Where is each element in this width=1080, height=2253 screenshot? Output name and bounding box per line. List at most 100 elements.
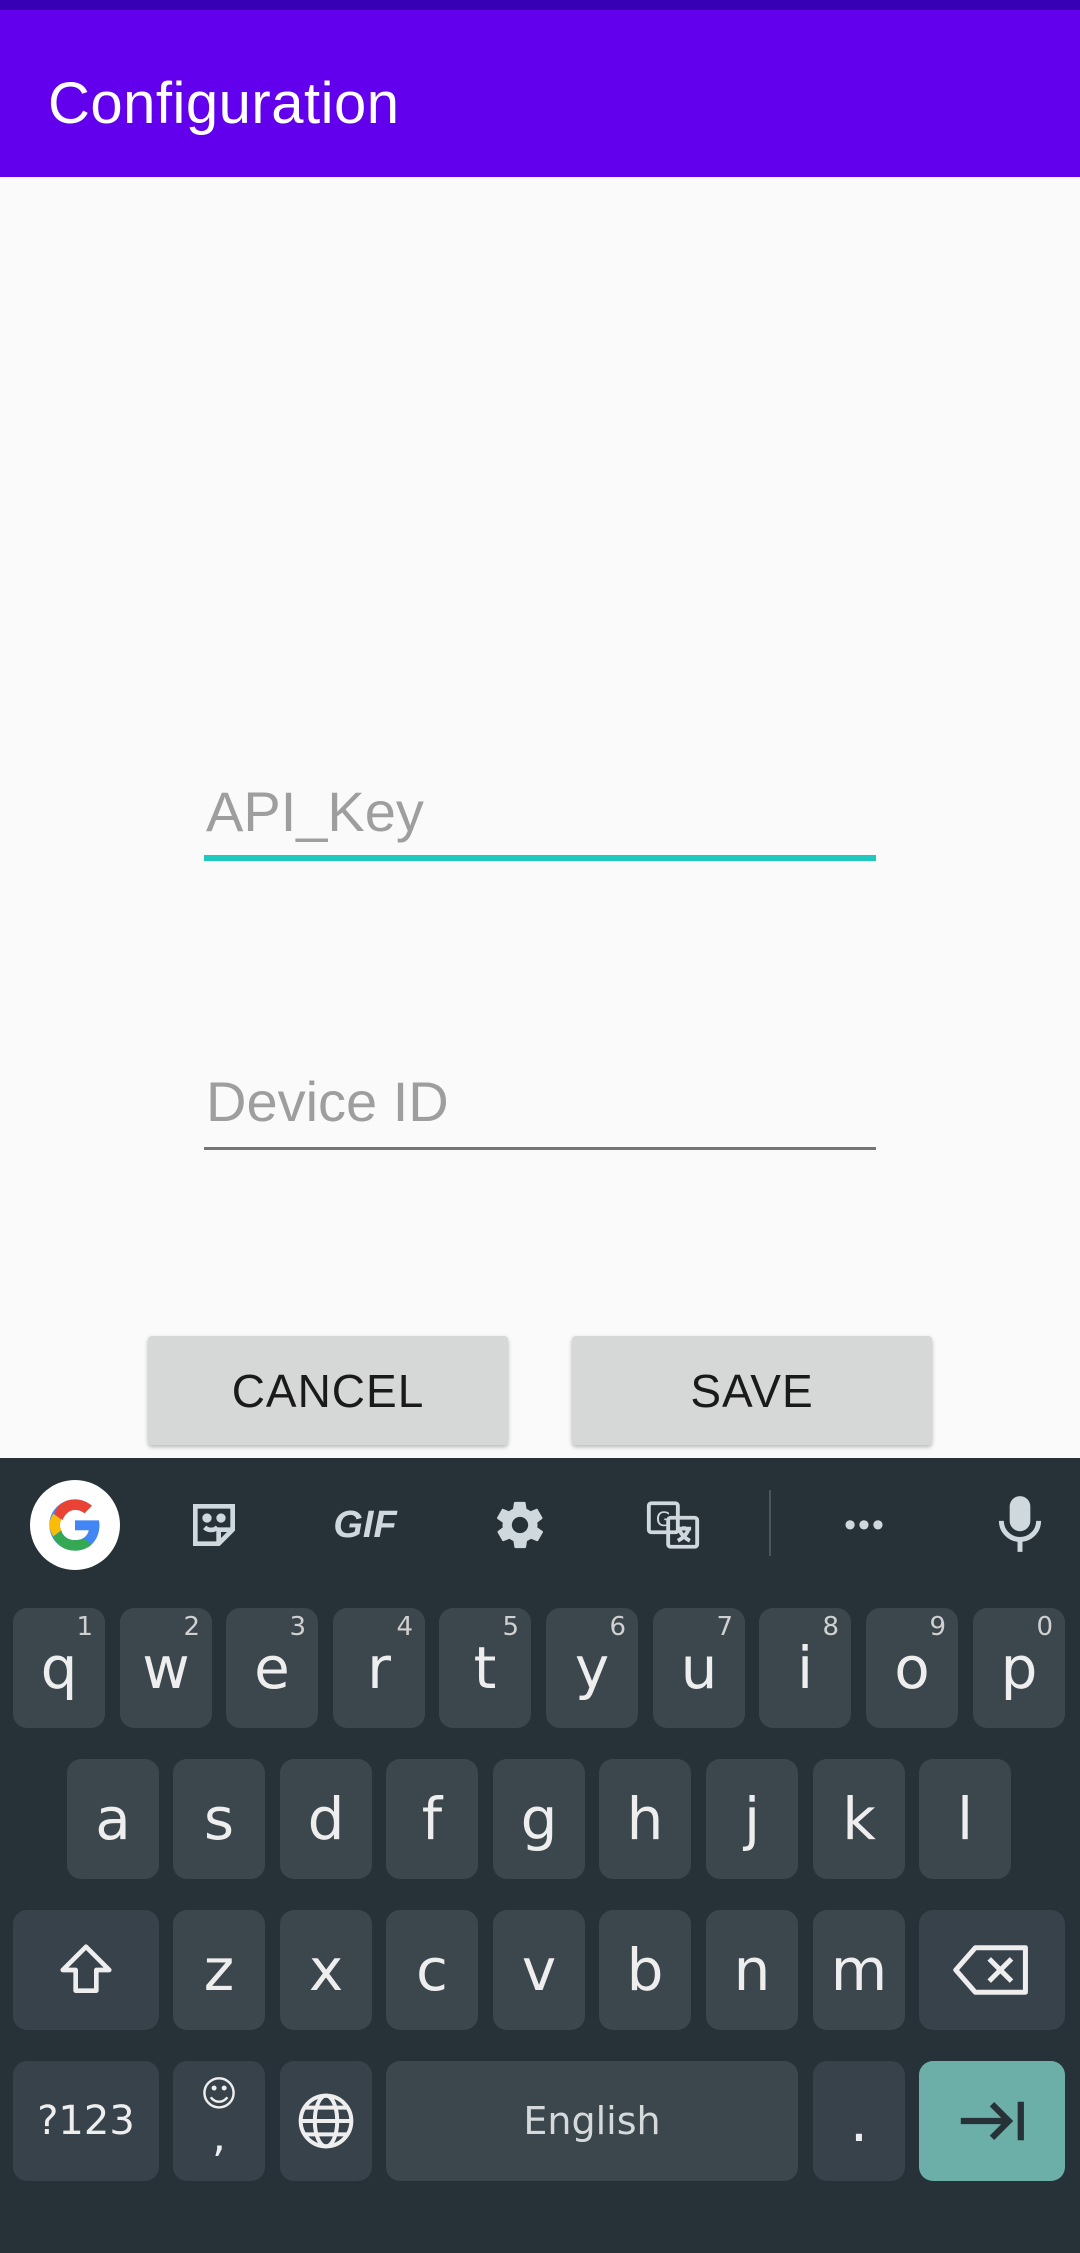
emoji-icon: ☺ [200,2074,238,2115]
key-label: i [796,1634,814,1702]
sticker-icon[interactable] [169,1480,259,1570]
key-label: o [894,1634,930,1702]
more-label: ••• [844,1505,886,1544]
period-label: . [849,2087,869,2155]
key-label: w [142,1634,190,1702]
key-t[interactable]: t5 [439,1608,531,1728]
key-f[interactable]: f [386,1759,478,1879]
key-label: g [520,1785,558,1853]
key-p[interactable]: p0 [973,1608,1065,1728]
key-hint: 3 [289,1612,306,1642]
key-hint: 7 [716,1612,733,1642]
gif-label: GIF [333,1503,397,1546]
key-label: z [203,1936,235,2004]
svg-text:G: G [656,1508,671,1531]
key-hint: 0 [1036,1612,1053,1642]
device-id-underline [204,1147,876,1150]
key-label: b [626,1936,664,2004]
key-hint: 9 [929,1612,946,1642]
key-s[interactable]: s [173,1759,265,1879]
api-key-placeholder: API_Key [206,780,424,843]
key-label: h [626,1785,664,1853]
key-label: x [308,1936,344,2004]
period-key[interactable]: . [813,2061,905,2181]
globe-icon [298,2093,354,2149]
api-key-field[interactable]: API_Key [204,767,876,867]
key-c[interactable]: c [386,1910,478,2030]
key-r[interactable]: r4 [333,1608,425,1728]
space-key[interactable]: English [386,2061,798,2181]
api-key-underline [204,855,876,861]
key-d[interactable]: d [280,1759,372,1879]
key-v[interactable]: v [493,1910,585,2030]
key-label: m [830,1936,888,2004]
backspace-icon [953,1945,1028,1995]
key-h[interactable]: h [599,1759,691,1879]
key-x[interactable]: x [280,1910,372,2030]
key-label: e [254,1634,290,1702]
next-key[interactable] [919,2061,1065,2181]
key-hint: 5 [502,1612,519,1642]
keyboard-toolbar: GIF G ••• [0,1458,1080,1588]
key-hint: 8 [822,1612,839,1642]
save-button[interactable]: SAVE [572,1336,932,1445]
google-icon[interactable] [30,1480,120,1570]
key-z[interactable]: z [173,1910,265,2030]
key-e[interactable]: e3 [226,1608,318,1728]
settings-icon[interactable] [475,1480,565,1570]
key-label: c [416,1936,448,2004]
key-label: n [733,1936,771,2004]
key-k[interactable]: k [813,1759,905,1879]
shift-key[interactable] [13,1910,159,2030]
key-m[interactable]: m [813,1910,905,2030]
key-label: v [521,1936,557,2004]
symbols-key[interactable]: ?123 [13,2061,159,2181]
key-y[interactable]: y6 [546,1608,638,1728]
key-hint: 4 [396,1612,413,1642]
key-w[interactable]: w2 [120,1608,212,1728]
key-label: s [203,1785,235,1853]
device-id-placeholder: Device ID [206,1070,449,1133]
key-label: q [40,1634,78,1702]
key-label: a [95,1785,131,1853]
key-u[interactable]: u7 [653,1608,745,1728]
key-g[interactable]: g [493,1759,585,1879]
shift-icon [60,1944,112,1993]
device-id-field[interactable]: Device ID [204,1057,876,1157]
translate-icon[interactable]: G [628,1480,718,1570]
key-label: j [743,1785,761,1853]
key-label: k [842,1785,876,1853]
more-icon[interactable]: ••• [820,1480,910,1570]
key-b[interactable]: b [599,1910,691,2030]
status-bar [0,0,1080,10]
mic-icon[interactable] [975,1480,1065,1570]
soft-keyboard: GIF G ••• q1 w2 e3 r4 t 5 y 6 u 7 i 8 o … [0,1458,1080,2253]
symbols-label: ?123 [37,2098,135,2144]
key-label: y [574,1634,610,1702]
app-bar: Configuration [0,10,1080,177]
key-hint: 6 [609,1612,626,1642]
key-o[interactable]: o9 [866,1608,958,1728]
tab-next-icon [960,2101,1024,2141]
gif-icon[interactable]: GIF [320,1480,410,1570]
key-label: r [367,1634,391,1702]
key-q[interactable]: q1 [13,1608,105,1728]
key-label: f [421,1785,443,1853]
key-i[interactable]: i8 [759,1608,851,1728]
key-label: u [680,1634,718,1702]
key-hint: 2 [183,1612,200,1642]
key-l[interactable]: l [919,1759,1011,1879]
emoji-comma-key[interactable]: ☺ , [173,2061,265,2181]
key-n[interactable]: n [706,1910,798,2030]
key-j[interactable]: j [706,1759,798,1879]
key-a[interactable]: a [67,1759,159,1879]
key-hint: 1 [76,1612,93,1642]
toolbar-divider [769,1490,771,1556]
configuration-form: API_Key Device ID CANCEL SAVE [0,177,1080,1458]
language-key[interactable] [280,2061,372,2181]
backspace-key[interactable] [919,1910,1065,2030]
cancel-button[interactable]: CANCEL [148,1336,508,1445]
page-title: Configuration [48,71,400,136]
key-label: t [473,1634,497,1702]
comma-label: , [212,2111,226,2162]
